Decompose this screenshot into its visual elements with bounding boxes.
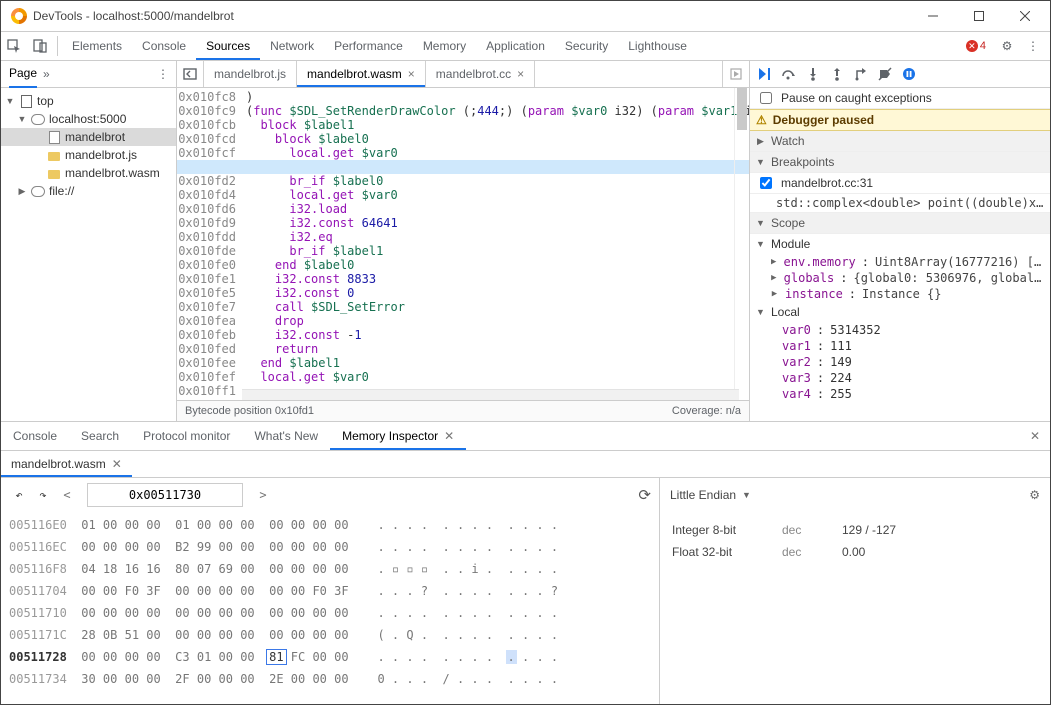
endian-selector[interactable]: Little Endian▼ [670, 488, 751, 502]
breakpoint-check[interactable] [760, 177, 772, 189]
main-tab-performance[interactable]: Performance [324, 32, 413, 60]
more-icon[interactable]: ⋮ [1020, 39, 1046, 53]
device-toggle-icon[interactable] [27, 38, 53, 54]
scope-env[interactable]: ▶env.memory: Uint8Array(16777216) [101, … [750, 254, 1050, 270]
value-row: Integer 8-bitdec129 / -127 [672, 519, 1038, 541]
drawer-tab[interactable]: What's New [242, 422, 330, 450]
window-close-button[interactable] [1002, 1, 1048, 31]
memory-settings-icon[interactable]: ⚙ [1029, 488, 1040, 502]
file-tree: ▼top ▼localhost:5000 mandelbrotmandelbro… [1, 88, 176, 204]
hex-row: 00511704 00 00 F0 3F 00 00 00 00 00 00 F… [9, 580, 651, 602]
main-tab-lighthouse[interactable]: Lighthouse [618, 32, 697, 60]
tree-host[interactable]: ▼localhost:5000 [1, 110, 176, 128]
memory-inspector-file-tab[interactable]: mandelbrot.wasm✕ [1, 451, 132, 477]
file-tab[interactable]: mandelbrot.wasm× [297, 61, 426, 87]
scope-local-var[interactable]: var2: 149 [750, 354, 1050, 370]
step-into-icon[interactable] [802, 63, 824, 85]
horizontal-scrollbar[interactable] [245, 391, 560, 399]
hex-row: 005116EC 00 00 00 00 B2 99 00 00 00 00 0… [9, 536, 651, 558]
navigator-more-icon[interactable]: ⋮ [150, 67, 176, 81]
file-tab[interactable]: mandelbrot.cc× [426, 61, 535, 87]
main-tab-sources[interactable]: Sources [196, 32, 260, 60]
file-tab[interactable]: mandelbrot.js [204, 61, 297, 87]
tree-item[interactable]: mandelbrot.wasm [1, 164, 176, 182]
drawer-tab[interactable]: Console [1, 422, 69, 450]
window-title: DevTools - localhost:5000/mandelbrot [33, 9, 234, 23]
step-icon[interactable] [850, 63, 872, 85]
run-snippet-icon[interactable] [722, 61, 749, 87]
drawer-tab[interactable]: Protocol monitor [131, 422, 242, 450]
step-out-icon[interactable] [826, 63, 848, 85]
pause-on-caught-checkbox[interactable]: Pause on caught exceptions [750, 88, 1050, 109]
tree-file-scheme[interactable]: ▶file:// [1, 182, 176, 200]
redo-icon[interactable]: ↷ [33, 488, 53, 502]
error-count[interactable]: ✕4 [966, 40, 986, 52]
main-tab-network[interactable]: Network [260, 32, 324, 60]
drawer-tab[interactable]: Search [69, 422, 131, 450]
devtools-icon [11, 8, 27, 24]
drawer-close-icon[interactable]: ✕ [1020, 422, 1050, 450]
hex-row: 005116E0 01 00 00 00 01 00 00 00 00 00 0… [9, 514, 651, 536]
bytecode-position: Bytecode position 0x10fd1 [185, 405, 314, 417]
inspect-element-icon[interactable] [1, 38, 27, 54]
settings-icon[interactable]: ⚙ [994, 39, 1020, 53]
section-watch[interactable]: ▶Watch [750, 131, 1050, 152]
navigator-overflow-icon[interactable]: » [43, 67, 50, 81]
breakpoint-item[interactable]: mandelbrot.cc:31 [750, 173, 1050, 194]
main-tab-elements[interactable]: Elements [62, 32, 132, 60]
step-over-icon[interactable] [778, 63, 800, 85]
scope-local-var[interactable]: var1: 111 [750, 338, 1050, 354]
hex-row: 0051171C 28 0B 51 00 00 00 00 00 00 00 0… [9, 624, 651, 646]
window-minimize-button[interactable] [910, 1, 956, 31]
scope-local-var[interactable]: var0: 5314352 [750, 322, 1050, 338]
scope-module[interactable]: ▼Module [750, 234, 1050, 254]
undo-icon[interactable]: ↶ [9, 488, 29, 502]
debugger-paused-banner: ⚠Debugger paused [750, 109, 1050, 131]
coverage-status: Coverage: n/a [672, 405, 741, 417]
section-scope[interactable]: ▼Scope [750, 213, 1050, 234]
main-tab-console[interactable]: Console [132, 32, 196, 60]
prev-page-icon[interactable]: < [57, 488, 77, 502]
scope-local[interactable]: ▼Local [750, 302, 1050, 322]
pause-caught-check[interactable] [760, 92, 772, 104]
next-page-icon[interactable]: > [253, 488, 273, 502]
hex-row: 00511728 00 00 00 00 C3 01 00 00 81 FC 0… [9, 646, 651, 668]
hex-row: 00511710 00 00 00 00 00 00 00 00 00 00 0… [9, 602, 651, 624]
tree-top[interactable]: ▼top [1, 92, 176, 110]
main-toolbar: ElementsConsoleSourcesNetworkPerformance… [1, 31, 1050, 61]
nav-back-icon[interactable] [177, 61, 204, 87]
tree-item[interactable]: mandelbrot [1, 128, 176, 146]
deactivate-breakpoints-icon[interactable] [874, 63, 896, 85]
navigator-tab-page[interactable]: Page [9, 60, 37, 88]
scope-instance[interactable]: ▶instance: Instance {} [750, 286, 1050, 302]
scope-local-var[interactable]: var4: 255 [750, 386, 1050, 402]
vertical-scrollbar[interactable] [737, 88, 747, 130]
scope-local-var[interactable]: var3: 224 [750, 370, 1050, 386]
drawer-tab[interactable]: Memory Inspector✕ [330, 422, 466, 450]
refresh-icon[interactable]: ⟳ [638, 486, 651, 504]
main-tab-security[interactable]: Security [555, 32, 618, 60]
hex-row: 00511734 30 00 00 00 2F 00 00 00 2E 00 0… [9, 668, 651, 690]
pause-on-exceptions-icon[interactable] [898, 63, 920, 85]
section-breakpoints[interactable]: ▼Breakpoints [750, 152, 1050, 173]
close-tab-icon[interactable]: × [408, 67, 415, 81]
breakpoint-code: std::complex<double> point((double)x … [750, 194, 1050, 213]
close-tab-icon[interactable]: × [517, 67, 524, 81]
value-row: Float 32-bitdec0.00 [672, 541, 1038, 563]
main-tab-application[interactable]: Application [476, 32, 555, 60]
hex-row: 005116F8 04 18 16 16 80 07 69 00 00 00 0… [9, 558, 651, 580]
scope-globals[interactable]: ▶globals: {global0: 5306976, global1: 65… [750, 270, 1050, 286]
main-tab-memory[interactable]: Memory [413, 32, 476, 60]
resume-icon[interactable] [754, 63, 776, 85]
window-maximize-button[interactable] [956, 1, 1002, 31]
window-titlebar: DevTools - localhost:5000/mandelbrot [1, 1, 1050, 31]
tree-item[interactable]: mandelbrot.js [1, 146, 176, 164]
memory-address-input[interactable] [87, 483, 243, 507]
